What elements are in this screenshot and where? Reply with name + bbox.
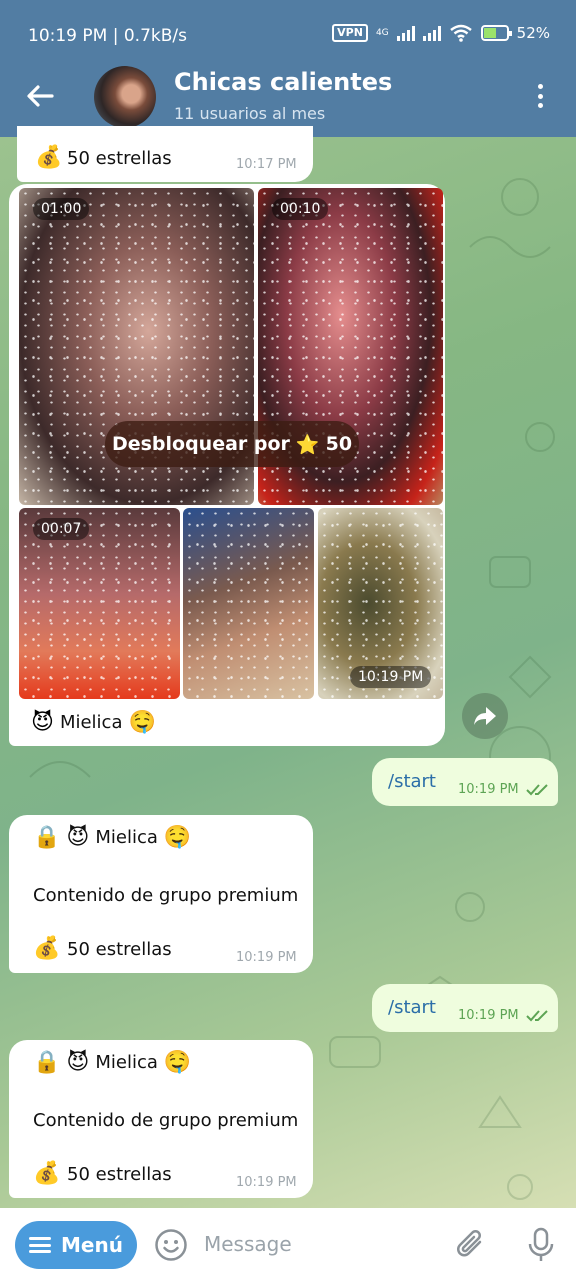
message-bubble[interactable]: 💰 50 estrellas 10:17 PM (17, 126, 313, 182)
video-duration: 00:10 (272, 198, 329, 220)
chat-title[interactable]: Chicas calientes (174, 68, 392, 96)
drool-emoji-icon: 🤤 (163, 825, 192, 850)
chat-avatar[interactable] (94, 66, 156, 128)
message-time: 10:19 PM (236, 950, 297, 965)
share-button[interactable] (462, 693, 508, 739)
hamburger-icon (29, 1237, 52, 1253)
app-bar: 10:19 PM | 0.7kB/s VPN 4G 52% Chicas cal… (0, 0, 576, 137)
album-caption: 😈 Mielica 🤤 (31, 710, 156, 735)
command-text: /start (388, 771, 436, 792)
stars-price: 50 estrellas (67, 148, 172, 169)
command-text: /start (388, 997, 436, 1018)
blurred-photo[interactable] (183, 508, 314, 699)
drool-emoji-icon: 🤤 (128, 710, 156, 735)
message-bubble[interactable]: 🔒 😈 Mielica 🤤 Contenido de grupo premium… (9, 815, 313, 973)
money-bag-icon: 💰 (35, 145, 63, 170)
unlock-button[interactable]: Desbloquear por ⭐ 50 (105, 421, 359, 467)
outgoing-message[interactable]: /start 10:19 PM (372, 984, 558, 1032)
network-label: 4G (375, 28, 389, 38)
message-time: 10:17 PM (236, 157, 297, 172)
devil-emoji-icon: 😈 (31, 710, 54, 735)
message-input-bar: Menú (0, 1208, 576, 1280)
drool-emoji-icon: 🤤 (163, 1050, 192, 1075)
unlock-label: Desbloquear por (111, 433, 290, 455)
message-time: 10:19 PM (458, 782, 519, 797)
message-time: 10:19 PM (458, 1008, 519, 1023)
stars-price: 50 estrellas (67, 1164, 172, 1185)
emoji-picker-icon[interactable] (154, 1228, 188, 1262)
message-time: 10:19 PM (236, 1175, 297, 1190)
outgoing-message[interactable]: /start 10:19 PM (372, 758, 558, 806)
unlock-amount: 50 (325, 433, 353, 455)
vpn-icon: VPN (332, 24, 368, 42)
status-icons: VPN 4G 52% (332, 24, 550, 42)
signal-icon (396, 25, 415, 41)
battery-level: 52% (516, 24, 550, 42)
more-options-icon[interactable] (528, 80, 552, 112)
lock-icon: 🔒 (33, 825, 61, 850)
devil-emoji-icon: 😈 (66, 825, 90, 850)
video-duration: 01:00 (33, 198, 90, 220)
message-bubble[interactable]: 🔒 😈 Mielica 🤤 Contenido de grupo premium… (9, 1040, 313, 1198)
message-body: Contenido de grupo premium (33, 1110, 299, 1131)
wifi-icon (449, 24, 472, 42)
microphone-icon[interactable] (524, 1226, 558, 1264)
stars-price: 50 estrellas (67, 939, 172, 960)
money-bag-icon: 💰 (33, 936, 61, 961)
lock-icon: 🔒 (33, 1050, 61, 1075)
message-body: Contenido de grupo premium (33, 885, 299, 906)
chat-subtitle: 11 usuarios al mes (174, 104, 326, 123)
message-input[interactable] (204, 1232, 434, 1256)
share-icon (474, 707, 496, 725)
status-bar: 10:19 PM | 0.7kB/s VPN 4G 52% (0, 0, 576, 60)
caption-name: Mielica (59, 712, 123, 733)
battery-icon (480, 25, 512, 41)
sender-name: Mielica (95, 827, 158, 848)
status-time: 10:19 PM | 0.7kB/s (28, 26, 187, 46)
message-header: 🔒 😈 Mielica 🤤 (33, 1050, 191, 1075)
money-bag-icon: 💰 (33, 1161, 61, 1186)
menu-label: Menú (61, 1233, 123, 1257)
sender-name: Mielica (95, 1052, 158, 1073)
message-header: 🔒 😈 Mielica 🤤 (33, 825, 191, 850)
star-icon: ⭐ (295, 433, 320, 456)
blurred-video[interactable]: 00:07 (19, 508, 180, 699)
double-check-icon (526, 784, 548, 796)
video-duration: 00:07 (33, 518, 90, 540)
double-check-icon (526, 1010, 548, 1022)
devil-emoji-icon: 😈 (66, 1050, 90, 1075)
attach-icon[interactable] (454, 1228, 488, 1262)
album-time: 10:19 PM (350, 666, 432, 688)
bot-menu-button[interactable]: Menú (15, 1221, 137, 1269)
back-arrow-icon[interactable] (24, 80, 56, 112)
signal-2-icon (422, 25, 441, 41)
